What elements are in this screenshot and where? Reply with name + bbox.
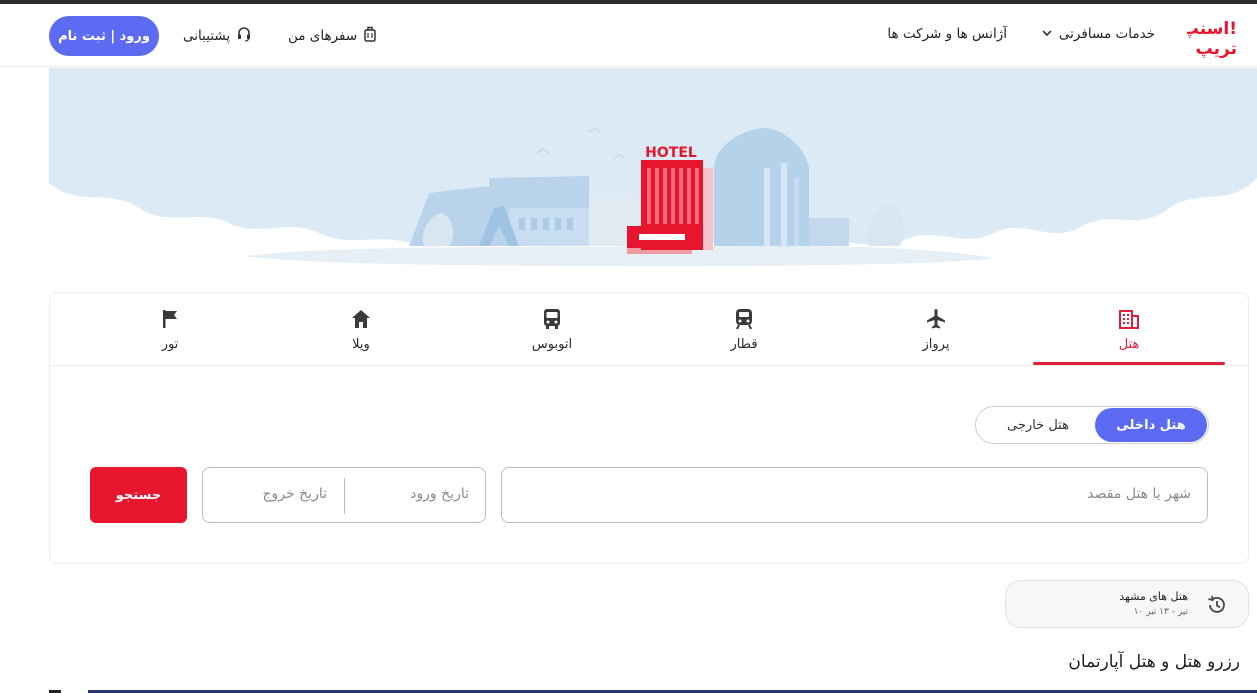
tab-tour-label: تور	[161, 336, 179, 352]
tab-flight-label: پرواز	[922, 336, 950, 352]
foreign-hotel-option[interactable]: هتل خارجی	[982, 408, 1094, 442]
tab-bus[interactable]: اتوبوس	[456, 293, 648, 365]
site-header: اسنپ! تریپ خدمات مسافرتی آژانس ها و شرکت…	[0, 4, 1257, 67]
nav-my-trips[interactable]: سفرهای من	[288, 26, 377, 46]
service-tabs: هتل پرواز قطار اتوبوس ویلا تور	[50, 293, 1248, 366]
home-icon	[349, 307, 373, 331]
domestic-hotel-option[interactable]: هتل داخلی	[1095, 408, 1207, 442]
hotel-type-toggle: هتل داخلی هتل خارجی	[975, 406, 1209, 444]
headset-icon	[236, 26, 252, 46]
date-divider	[344, 478, 345, 514]
flag-icon	[158, 307, 182, 331]
nav-agencies-label: آژانس ها و شرکت ها	[887, 26, 1007, 42]
nav-support[interactable]: پشتیبانی	[183, 26, 252, 46]
hotel-sign-text: HOTEL	[645, 145, 697, 161]
search-card: هتل پرواز قطار اتوبوس ویلا تور هتل داخلی…	[49, 292, 1249, 564]
train-icon	[732, 307, 756, 331]
tab-train[interactable]: قطار	[648, 293, 840, 365]
bus-icon	[540, 307, 564, 331]
destination-placeholder: شهر یا هتل مقصد	[1087, 486, 1191, 502]
checkout-placeholder[interactable]: تاریخ خروج	[263, 486, 327, 502]
history-icon	[1206, 594, 1228, 616]
brand-logo[interactable]: اسنپ! تریپ	[1187, 14, 1239, 58]
tab-hotel[interactable]: هتل	[1033, 293, 1225, 365]
tab-tour[interactable]: تور	[74, 293, 266, 365]
chevron-down-icon	[1041, 27, 1053, 42]
suitcase-icon	[363, 26, 377, 46]
airplane-icon	[924, 307, 948, 331]
tab-villa-label: ویلا	[352, 336, 370, 352]
svg-text:اسنپ!: اسنپ!	[1187, 19, 1237, 39]
hero-illustration: HOTEL	[49, 68, 1257, 294]
search-button[interactable]: جستجو	[90, 467, 187, 523]
section-title: رزرو هتل و هتل آپارتمان	[1068, 652, 1240, 672]
checkin-placeholder[interactable]: تاریخ ورود	[410, 486, 469, 502]
tab-train-label: قطار	[730, 336, 758, 352]
nav-travel-services[interactable]: خدمات مسافرتی	[1041, 26, 1155, 42]
nav-my-trips-label: سفرهای من	[288, 28, 358, 44]
tab-flight[interactable]: پرواز	[840, 293, 1032, 365]
login-register-button[interactable]: ورود | ثبت نام	[49, 16, 159, 56]
nav-agencies[interactable]: آژانس ها و شرکت ها	[887, 26, 1007, 42]
nav-support-label: پشتیبانی	[183, 28, 231, 44]
tab-villa[interactable]: ویلا	[265, 293, 457, 365]
date-range-input[interactable]: تاریخ ورود تاریخ خروج	[202, 467, 486, 523]
recent-search-title: هتل های مشهد	[1119, 590, 1188, 603]
tab-bus-label: اتوبوس	[531, 336, 573, 352]
tab-hotel-label: هتل	[1118, 336, 1140, 352]
svg-text:تریپ: تریپ	[1196, 39, 1237, 58]
destination-input[interactable]: شهر یا هتل مقصد	[501, 467, 1208, 523]
recent-search-dates: ۱۰ تیر - ۱۳ تیر	[1133, 607, 1188, 617]
nav-travel-services-label: خدمات مسافرتی	[1058, 26, 1155, 42]
recent-search-chip[interactable]: هتل های مشهد ۱۰ تیر - ۱۳ تیر	[1005, 580, 1249, 628]
hotel-icon	[1117, 307, 1141, 331]
